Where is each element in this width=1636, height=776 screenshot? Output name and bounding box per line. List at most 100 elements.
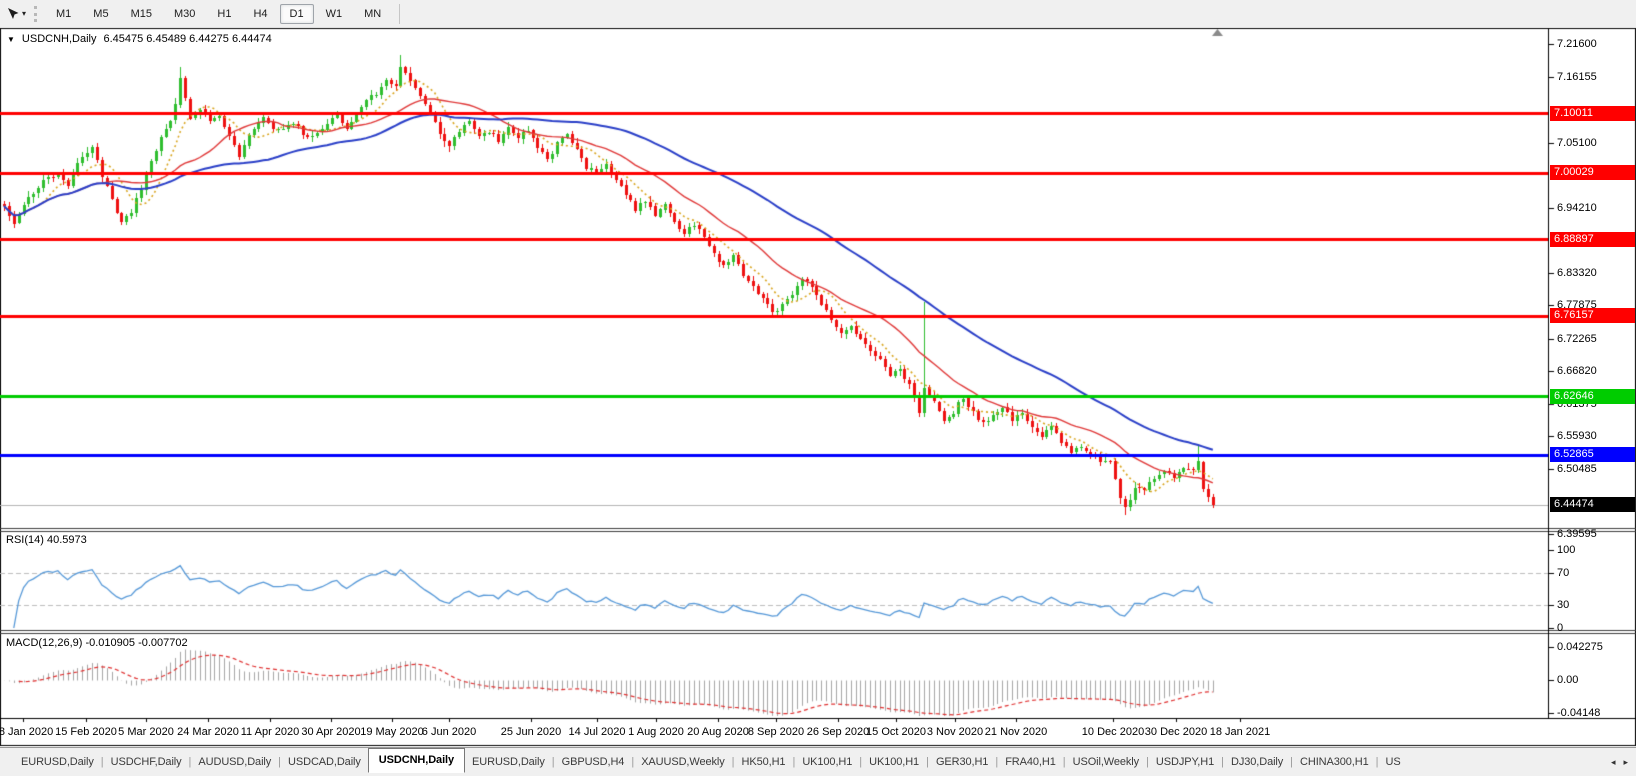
- chart-tab-us-17[interactable]: US: [1381, 752, 1406, 772]
- date-axis-label: 24 Mar 2020: [177, 726, 239, 738]
- price-level-badge: 6.76157: [1550, 308, 1635, 323]
- price-level-badge: 7.10011: [1550, 106, 1635, 121]
- mt4-trading-terminal: { "toolbar": { "timeframes": ["M1","M5",…: [0, 0, 1636, 776]
- price-level-badge: 7.00029: [1550, 165, 1635, 180]
- tab-separator: |: [859, 756, 862, 768]
- tab-separator: |: [732, 756, 735, 768]
- timeframe-button-m5[interactable]: M5: [83, 4, 118, 24]
- tab-separator: |: [792, 756, 795, 768]
- macd-tick-label: 0.042275: [1557, 640, 1603, 654]
- price-level-badge: 6.88897: [1550, 232, 1635, 247]
- chart-tab-china300-16[interactable]: CHINA300,H1: [1295, 752, 1374, 772]
- chart-tab-dj30-15[interactable]: DJ30,Daily: [1226, 752, 1288, 772]
- date-axis-label: 28 Jan 2020: [0, 726, 53, 738]
- timeframe-button-h4[interactable]: H4: [243, 4, 277, 24]
- timeframe-button-h1[interactable]: H1: [207, 4, 241, 24]
- chevron-down-icon[interactable]: ▾: [22, 9, 26, 18]
- rsi-tick-label: 0: [1557, 621, 1563, 635]
- price-level-badge: 6.52865: [1550, 447, 1635, 462]
- tab-separator: |: [101, 756, 104, 768]
- date-axis-label: 1 Aug 2020: [628, 726, 684, 738]
- chart-tab-audusd-2[interactable]: AUDUSD,Daily: [193, 752, 276, 772]
- cursor-arrow-icon[interactable]: [5, 6, 21, 22]
- chart-tab-usdjpy-14[interactable]: USDJPY,H1: [1151, 752, 1219, 772]
- tab-separator: |: [1063, 756, 1066, 768]
- timeframe-button-m1[interactable]: M1: [46, 4, 81, 24]
- chart-tab-fra40-12[interactable]: FRA40,H1: [1000, 752, 1061, 772]
- tab-separator: |: [995, 756, 998, 768]
- chart-tab-ger30-11[interactable]: GER30,H1: [931, 752, 993, 772]
- tab-separator: |: [1290, 756, 1293, 768]
- tab-scroll-left-icon[interactable]: ◂: [1611, 757, 1616, 768]
- chart-tab-usoil-13[interactable]: USOil,Weekly: [1068, 752, 1144, 772]
- chart-tab-uk100-9[interactable]: UK100,H1: [797, 752, 857, 772]
- price-tick-label: 6.94210: [1557, 201, 1597, 215]
- date-axis-label: 6 Jun 2020: [422, 726, 476, 738]
- date-axis-label: 25 Jun 2020: [501, 726, 562, 738]
- price-tick-label: 6.72265: [1557, 332, 1597, 346]
- price-tick-label: 6.55930: [1557, 429, 1597, 443]
- date-axis-label: 30 Dec 2020: [1145, 726, 1207, 738]
- date-axis-label: 21 Nov 2020: [985, 726, 1047, 738]
- timeframe-buttons: M1M5M15M30H1H4D1W1MN: [45, 4, 392, 24]
- date-axis-label: 14 Jul 2020: [569, 726, 626, 738]
- macd-tick-label: -0.04148: [1557, 706, 1600, 720]
- chart-tab-uk100-10[interactable]: UK100,H1: [864, 752, 924, 772]
- tab-separator: |: [1146, 756, 1149, 768]
- chart-tab-hk50-8[interactable]: HK50,H1: [737, 752, 791, 772]
- date-axis-label: 15 Oct 2020: [866, 726, 926, 738]
- toolbar-separator: [399, 4, 400, 24]
- chart-tab-eurusd-5[interactable]: EURUSD,Daily: [467, 752, 550, 772]
- symbol-collapse-icon[interactable]: ▼: [7, 35, 15, 44]
- timeframe-button-m15[interactable]: M15: [121, 4, 162, 24]
- chart-tab-gbpusd-6[interactable]: GBPUSD,H4: [557, 752, 630, 772]
- timeframe-button-d1[interactable]: D1: [280, 4, 314, 24]
- chart-symbol-label: USDCNH,Daily: [22, 33, 97, 45]
- macd-indicator-label: MACD(12,26,9) -0.010905 -0.007702: [6, 636, 188, 650]
- price-tick-label: 6.39595: [1557, 527, 1597, 541]
- tab-separator: |: [1221, 756, 1224, 768]
- chart-tab-usdcnh-4[interactable]: USDCNH,Daily: [368, 748, 465, 773]
- date-axis-label: 5 Mar 2020: [118, 726, 174, 738]
- tab-separator: |: [1376, 756, 1379, 768]
- tab-separator: |: [189, 756, 192, 768]
- date-axis-label: 11 Apr 2020: [241, 726, 300, 738]
- price-tick-label: 6.50485: [1557, 462, 1597, 476]
- price-tick-label: 7.21600: [1557, 37, 1597, 51]
- price-tick-label: 6.83320: [1557, 266, 1597, 280]
- timeframe-toolbar: ▾ M1M5M15M30H1H4D1W1MN: [0, 0, 1636, 27]
- price-tick-label: 7.05100: [1557, 136, 1597, 150]
- rsi-tick-label: 70: [1557, 566, 1569, 580]
- chart-tab-eurusd-0[interactable]: EURUSD,Daily: [16, 752, 99, 772]
- tab-separator: |: [552, 756, 555, 768]
- current-price-badge: 6.44474: [1550, 497, 1635, 512]
- date-axis-label: 26 Sep 2020: [807, 726, 869, 738]
- date-axis-label: 3 Nov 2020: [927, 726, 983, 738]
- tab-separator: |: [278, 756, 281, 768]
- chart-tab-usdchf-1[interactable]: USDCHF,Daily: [106, 752, 187, 772]
- chart-canvas[interactable]: [0, 0, 1636, 776]
- toolbar-grip[interactable]: [34, 6, 37, 22]
- date-axis-label: 8 Sep 2020: [748, 726, 804, 738]
- tab-separator: |: [631, 756, 634, 768]
- macd-tick-label: 0.00: [1557, 673, 1578, 687]
- date-axis-label: 10 Dec 2020: [1082, 726, 1144, 738]
- date-axis-label: 18 Jan 2021: [1210, 726, 1271, 738]
- date-axis-label: 19 May 2020: [360, 726, 424, 738]
- chart-tab-xauusd-7[interactable]: XAUUSD,Weekly: [636, 752, 729, 772]
- price-level-badge: 6.62646: [1550, 389, 1635, 404]
- timeframe-button-w1[interactable]: W1: [316, 4, 353, 24]
- rsi-tick-label: 30: [1557, 598, 1569, 612]
- date-axis-label: 15 Feb 2020: [55, 726, 117, 738]
- chart-tab-bar: EURUSD,Daily|USDCHF,Daily|AUDUSD,Daily|U…: [0, 747, 1636, 776]
- tab-scroll-controls: ◂ ▸: [1605, 748, 1634, 776]
- date-axis-label: 20 Aug 2020: [687, 726, 749, 738]
- price-tick-label: 6.66820: [1557, 364, 1597, 378]
- chart-tab-usdcad-3[interactable]: USDCAD,Daily: [283, 752, 366, 772]
- tab-separator: |: [926, 756, 929, 768]
- price-tick-label: 7.16155: [1557, 70, 1597, 84]
- rsi-tick-label: 100: [1557, 543, 1575, 557]
- timeframe-button-mn[interactable]: MN: [354, 4, 391, 24]
- timeframe-button-m30[interactable]: M30: [164, 4, 205, 24]
- tab-scroll-right-icon[interactable]: ▸: [1623, 757, 1628, 768]
